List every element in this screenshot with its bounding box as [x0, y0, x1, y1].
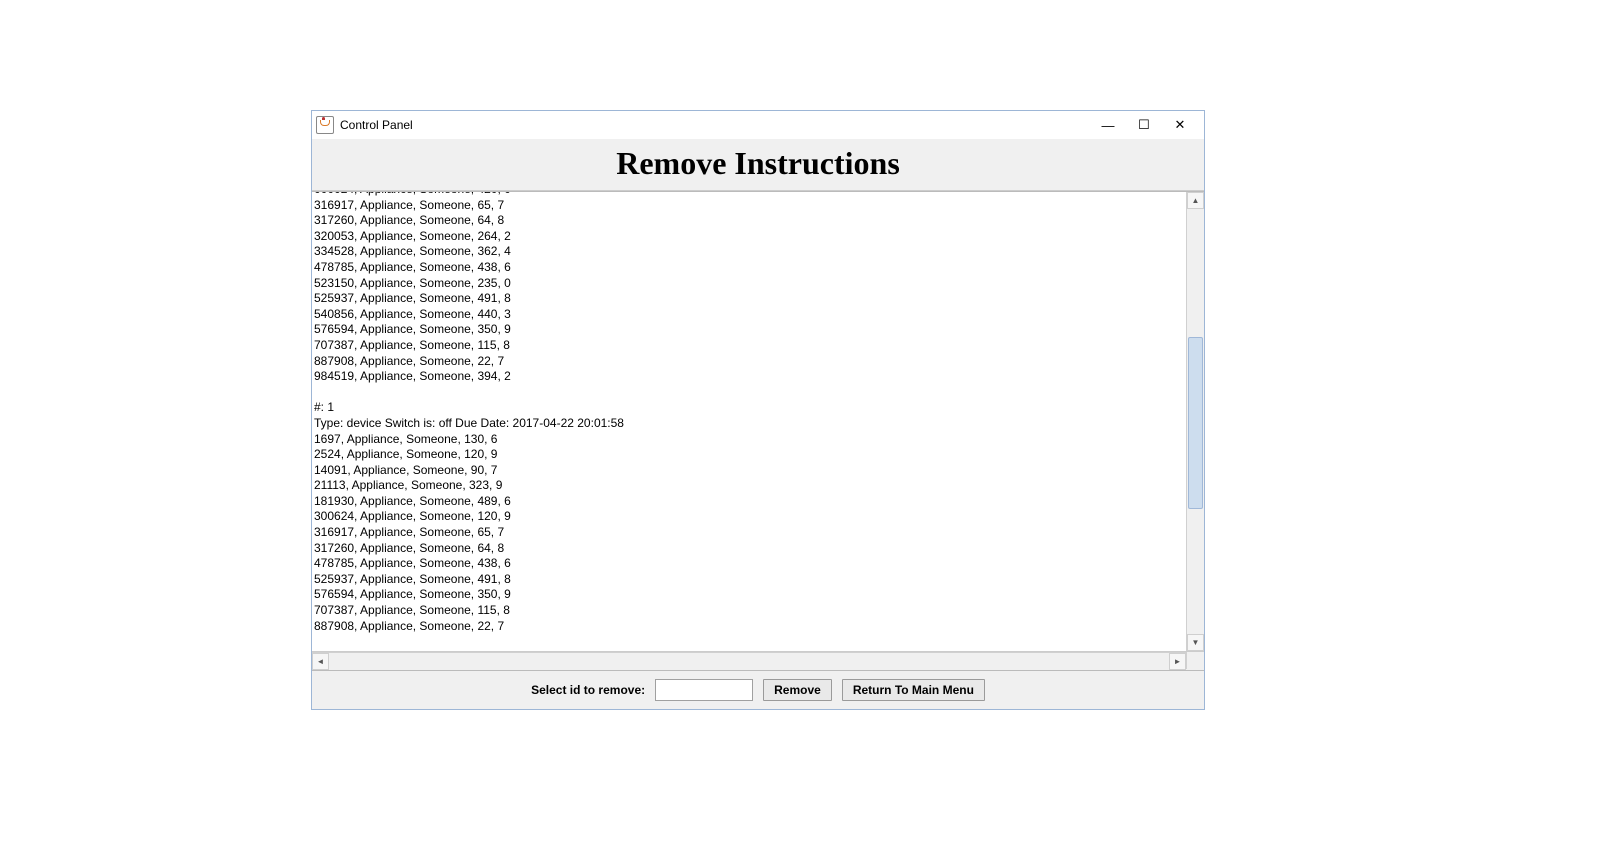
text-line: 887908, Appliance, Someone, 22, 7	[314, 354, 1184, 370]
horizontal-scrollbar[interactable]: ◄ ►	[312, 652, 1186, 670]
maximize-button[interactable]: ☐	[1136, 117, 1152, 133]
text-line	[314, 385, 1184, 401]
text-line: 525937, Appliance, Someone, 491, 8	[314, 572, 1184, 588]
text-line: 2524, Appliance, Someone, 120, 9	[314, 447, 1184, 463]
scroll-down-button[interactable]: ▼	[1187, 634, 1204, 651]
scroll-right-button[interactable]: ►	[1169, 653, 1186, 670]
text-content: 000024, Appliance, Someone, 420, 0 31691…	[312, 192, 1186, 651]
text-line: 523150, Appliance, Someone, 235, 0	[314, 276, 1184, 292]
window-title: Control Panel	[340, 118, 1100, 132]
page-title: Remove Instructions	[312, 139, 1204, 191]
scroll-thumb[interactable]	[1188, 337, 1203, 509]
window-controls: — ☐ ✕	[1100, 117, 1200, 133]
text-line: 887908, Appliance, Someone, 22, 7	[314, 619, 1184, 635]
content-area: 000024, Appliance, Someone, 420, 0 31691…	[312, 191, 1204, 671]
text-line: 707387, Appliance, Someone, 115, 8	[314, 338, 1184, 354]
return-button[interactable]: Return To Main Menu	[842, 679, 985, 701]
text-line: 334528, Appliance, Someone, 362, 4	[314, 244, 1184, 260]
minimize-button[interactable]: —	[1100, 117, 1116, 133]
text-line: 300624, Appliance, Someone, 120, 9	[314, 509, 1184, 525]
remove-button[interactable]: Remove	[763, 679, 832, 701]
app-window: Control Panel — ☐ ✕ Remove Instructions …	[311, 110, 1205, 710]
text-line: 984519, Appliance, Someone, 394, 2	[314, 369, 1184, 385]
scrollbar-corner	[1186, 652, 1204, 669]
scroll-left-button[interactable]: ◄	[312, 653, 329, 670]
text-line: 707387, Appliance, Someone, 115, 8	[314, 603, 1184, 619]
text-line: 1697, Appliance, Someone, 130, 6	[314, 432, 1184, 448]
text-line: Type: device Switch is: off Due Date: 20…	[314, 416, 1184, 432]
vertical-scrollbar[interactable]: ▲ ▼	[1186, 192, 1204, 651]
text-line: 576594, Appliance, Someone, 350, 9	[314, 587, 1184, 603]
text-line: 540856, Appliance, Someone, 440, 3	[314, 307, 1184, 323]
titlebar: Control Panel — ☐ ✕	[312, 111, 1204, 139]
footer-bar: Select id to remove: Remove Return To Ma…	[312, 671, 1204, 709]
close-button[interactable]: ✕	[1172, 117, 1188, 133]
text-line: 14091, Appliance, Someone, 90, 7	[314, 463, 1184, 479]
text-line: 317260, Appliance, Someone, 64, 8	[314, 541, 1184, 557]
id-input[interactable]	[655, 679, 753, 701]
scroll-up-button[interactable]: ▲	[1187, 192, 1204, 209]
java-icon	[316, 116, 334, 134]
text-scroll-container: 000024, Appliance, Someone, 420, 0 31691…	[312, 192, 1204, 652]
text-line: 21113, Appliance, Someone, 323, 9	[314, 478, 1184, 494]
select-id-label: Select id to remove:	[531, 683, 645, 697]
scroll-track[interactable]	[1187, 209, 1204, 634]
scroll-track-h[interactable]	[329, 653, 1169, 670]
text-line: 317260, Appliance, Someone, 64, 8	[314, 213, 1184, 229]
text-line: 316917, Appliance, Someone, 65, 7	[314, 198, 1184, 214]
text-line: #: 1	[314, 400, 1184, 416]
text-line: 478785, Appliance, Someone, 438, 6	[314, 260, 1184, 276]
text-line: 525937, Appliance, Someone, 491, 8	[314, 291, 1184, 307]
text-line: 181930, Appliance, Someone, 489, 6	[314, 494, 1184, 510]
text-line: 320053, Appliance, Someone, 264, 2	[314, 229, 1184, 245]
text-line: 478785, Appliance, Someone, 438, 6	[314, 556, 1184, 572]
text-line: 576594, Appliance, Someone, 350, 9	[314, 322, 1184, 338]
text-line: 316917, Appliance, Someone, 65, 7	[314, 525, 1184, 541]
